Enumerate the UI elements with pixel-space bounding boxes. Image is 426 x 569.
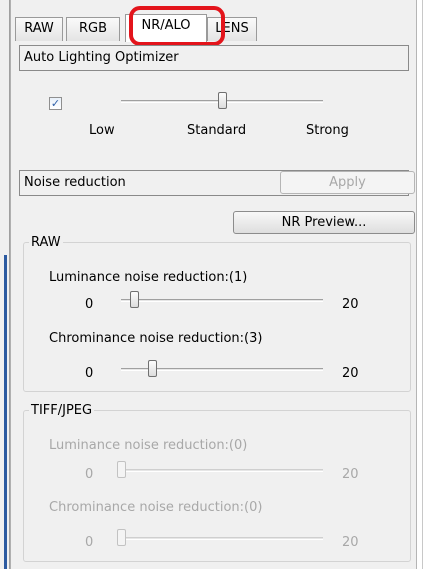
alo-strong-label: Strong bbox=[306, 123, 349, 138]
tiff-chrominance-min: 0 bbox=[85, 535, 94, 550]
raw-luminance-label: Luminance noise reduction:(1) bbox=[49, 270, 248, 285]
raw-chrominance-slider-thumb[interactable] bbox=[148, 360, 157, 377]
tiff-luminance-slider-track[interactable] bbox=[121, 469, 323, 472]
raw-luminance-slider-thumb[interactable] bbox=[130, 291, 139, 308]
tab-lens[interactable]: LENS bbox=[207, 17, 257, 41]
raw-group-title: RAW bbox=[29, 235, 63, 250]
tab-raw[interactable]: RAW bbox=[15, 17, 63, 41]
left-edge-strip bbox=[0, 0, 10, 569]
alo-checkbox[interactable]: ✓ bbox=[49, 97, 62, 110]
raw-chrominance-label: Chrominance noise reduction:(3) bbox=[49, 331, 263, 346]
tiff-luminance-slider-thumb[interactable] bbox=[117, 461, 126, 478]
tiff-luminance-label: Luminance noise reduction:(0) bbox=[49, 438, 248, 453]
tiff-chrominance-slider-track[interactable] bbox=[121, 537, 323, 540]
tiff-luminance-min: 0 bbox=[85, 467, 94, 482]
raw-chrominance-max: 20 bbox=[342, 366, 359, 381]
alo-low-label: Low bbox=[89, 123, 115, 138]
apply-button[interactable]: Apply bbox=[280, 171, 415, 194]
raw-luminance-slider-track[interactable] bbox=[121, 299, 323, 302]
tab-nr-alo[interactable]: NR/ALO bbox=[125, 14, 207, 42]
nr-preview-button[interactable]: NR Preview... bbox=[233, 211, 415, 234]
alo-standard-label: Standard bbox=[187, 123, 247, 138]
raw-luminance-min: 0 bbox=[85, 297, 94, 312]
tiff-luminance-max: 20 bbox=[342, 467, 359, 482]
selection-marker bbox=[4, 255, 7, 569]
raw-luminance-max: 20 bbox=[342, 297, 359, 312]
tool-palette: RAW RGB NR/ALO LENS Auto Lighting Optimi… bbox=[10, 0, 416, 569]
right-edge-strip bbox=[416, 0, 426, 569]
tab-rgb[interactable]: RGB bbox=[66, 17, 120, 41]
alo-header: Auto Lighting Optimizer bbox=[19, 45, 409, 71]
tiff-chrominance-label: Chrominance noise reduction:(0) bbox=[49, 500, 263, 515]
right-edge-line bbox=[422, 0, 423, 569]
tiff-chrominance-max: 20 bbox=[342, 535, 359, 550]
alo-slider-thumb[interactable] bbox=[218, 92, 227, 109]
raw-chrominance-min: 0 bbox=[85, 366, 94, 381]
tiff-jpeg-group-title: TIFF/JPEG bbox=[29, 403, 95, 418]
tiff-chrominance-slider-thumb[interactable] bbox=[117, 529, 126, 546]
